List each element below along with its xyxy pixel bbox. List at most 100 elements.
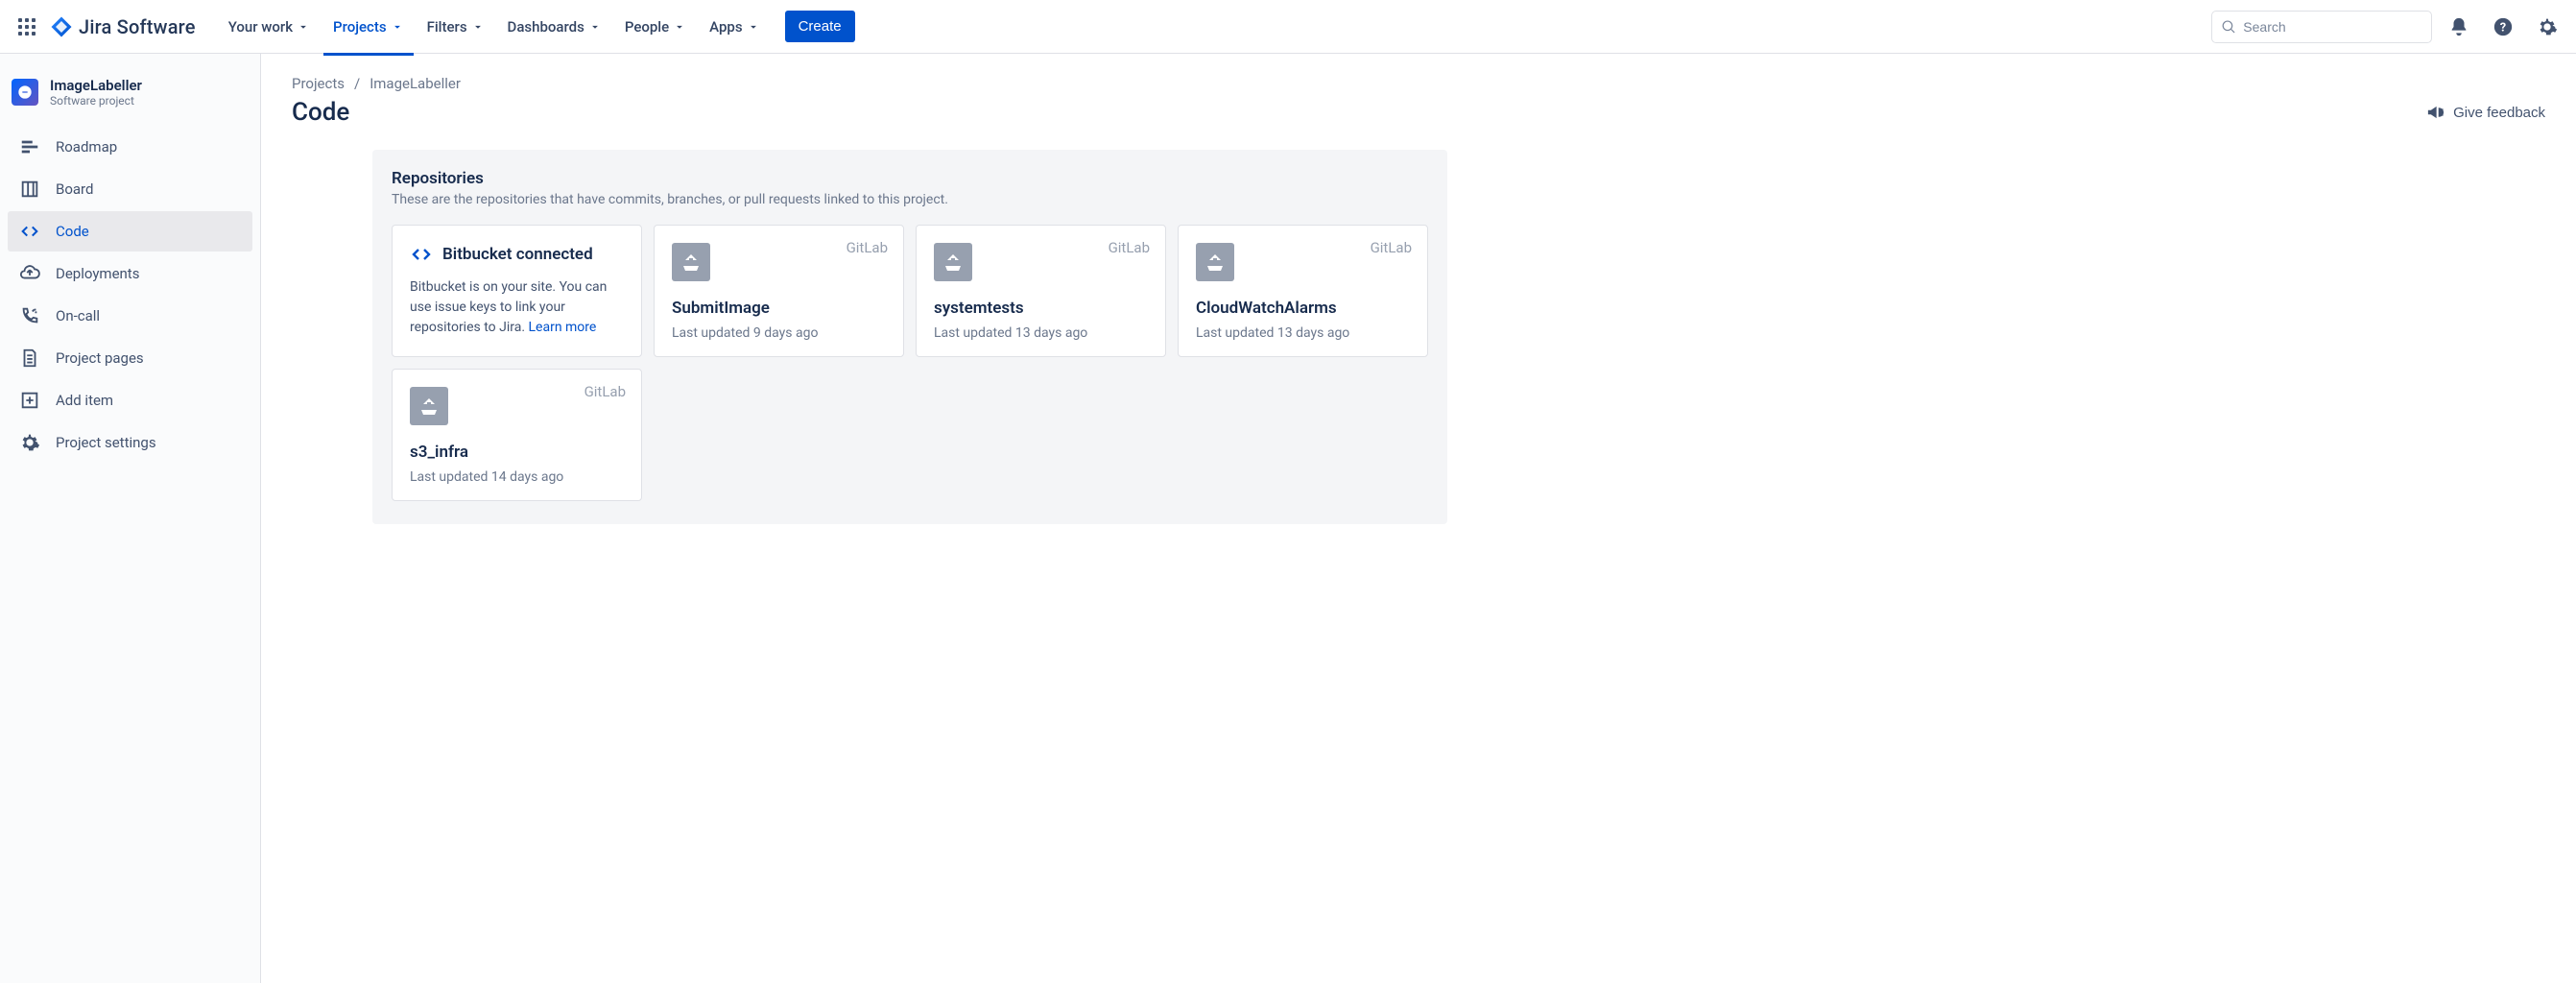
repositories-subtitle: These are the repositories that have com… — [392, 192, 1428, 207]
repo-card[interactable]: GitLab systemtests Last updated 13 days ag… — [916, 225, 1166, 357]
repo-icon — [934, 243, 972, 281]
gear-icon — [2537, 16, 2558, 37]
code-icon — [410, 243, 433, 266]
search-icon — [2222, 19, 2235, 35]
nav-item-your-work[interactable]: Your work — [219, 11, 320, 43]
project-avatar — [12, 79, 38, 106]
breadcrumb: Projects / ImageLabeller — [292, 75, 2545, 92]
repo-icon — [1196, 243, 1234, 281]
board-icon — [19, 179, 40, 200]
sidebar-item-label: Add item — [56, 392, 113, 409]
repo-card[interactable]: GitLab CloudWatchAlarms Last updated 13 da… — [1178, 225, 1428, 357]
help-button[interactable]: ? — [2486, 10, 2520, 44]
repositories-title: Repositories — [392, 169, 1428, 188]
main-content: Projects / ImageLabeller Code Give feedb… — [261, 54, 2576, 983]
product-logo[interactable]: Jira Software — [46, 15, 200, 38]
repo-icon — [672, 243, 710, 281]
nav-item-dashboards[interactable]: Dashboards — [498, 11, 611, 43]
sidebar-item-label: Deployments — [56, 265, 139, 282]
chevron-down-icon — [673, 20, 686, 34]
repo-meta: Last updated 13 days ago — [934, 325, 1148, 341]
primary-nav: Your work Projects Filters Dashboards People… — [219, 11, 770, 43]
sidebar-item-oncall[interactable]: On-call — [8, 296, 252, 336]
deployments-icon — [19, 263, 40, 284]
top-nav: Jira Software Your work Projects Filters Da… — [0, 0, 2576, 54]
add-item-icon — [19, 390, 40, 411]
page-title: Code — [292, 98, 2426, 127]
product-name: Jira Software — [79, 15, 196, 38]
sidebar-item-add-item[interactable]: Add item — [8, 380, 252, 420]
nav-item-projects[interactable]: Projects — [323, 11, 414, 43]
repositories-panel: Repositories These are the repositories … — [372, 150, 1447, 524]
sidebar-item-label: Board — [56, 180, 93, 198]
app-switcher-button[interactable] — [12, 12, 42, 42]
search-box[interactable] — [2211, 11, 2432, 43]
repo-name: s3_infra — [410, 443, 624, 462]
chevron-down-icon — [297, 20, 310, 34]
help-icon: ? — [2493, 16, 2514, 37]
project-sidebar: ImageLabeller Software project Roadmap Bo… — [0, 54, 261, 983]
provider-badge: GitLab — [584, 383, 626, 400]
repo-meta: Last updated 13 days ago — [1196, 325, 1410, 341]
sidebar-item-deployments[interactable]: Deployments — [8, 253, 252, 294]
repo-card[interactable]: GitLabSubmitImageLast updated 9 days ago — [654, 225, 904, 357]
svg-text:?: ? — [2500, 20, 2506, 35]
info-card-title: Bitbucket connected — [442, 245, 593, 264]
nav-item-label: Filters — [427, 18, 467, 36]
project-name: ImageLabeller — [50, 77, 142, 94]
sidebar-item-label: Project settings — [56, 434, 156, 451]
provider-badge: GitLab — [1109, 239, 1150, 256]
chevron-down-icon — [747, 20, 760, 34]
nav-item-label: People — [625, 18, 669, 36]
repo-meta: Last updated 14 days ago — [410, 469, 624, 485]
chevron-down-icon — [471, 20, 485, 34]
bitbucket-info-card: Bitbucket connected Bitbucket is on your … — [392, 225, 642, 357]
project-type: Software project — [50, 94, 142, 108]
nav-item-label: Projects — [333, 18, 387, 36]
roadmap-icon — [19, 136, 40, 157]
create-button[interactable]: Create — [785, 11, 855, 42]
megaphone-icon — [2426, 103, 2445, 122]
provider-badge: GitLab — [1371, 239, 1412, 256]
info-card-body: Bitbucket is on your site. You can use i… — [410, 277, 624, 338]
repo-icon — [410, 387, 448, 425]
breadcrumb-separator: / — [354, 75, 360, 92]
repo-name: SubmitImage — [672, 299, 886, 318]
sidebar-item-label: Roadmap — [56, 138, 117, 156]
sidebar-item-label: On-call — [56, 307, 100, 324]
nav-item-filters[interactable]: Filters — [417, 11, 494, 43]
breadcrumb-project[interactable]: ImageLabeller — [370, 75, 461, 92]
code-icon — [19, 221, 40, 242]
oncall-icon — [19, 305, 40, 326]
nav-item-apps[interactable]: Apps — [700, 11, 769, 43]
nav-item-label: Your work — [228, 18, 293, 36]
sidebar-item-settings[interactable]: Project settings — [8, 422, 252, 463]
sidebar-item-roadmap[interactable]: Roadmap — [8, 127, 252, 167]
breadcrumb-root[interactable]: Projects — [292, 75, 345, 92]
nav-item-label: Apps — [709, 18, 742, 36]
repo-name: CloudWatchAlarms — [1196, 299, 1410, 318]
project-avatar-icon — [17, 84, 33, 100]
sidebar-item-code[interactable]: Code — [8, 211, 252, 252]
ship-icon — [417, 395, 441, 418]
learn-more-link[interactable]: Learn more — [529, 320, 597, 335]
settings-icon — [19, 432, 40, 453]
notifications-button[interactable] — [2442, 10, 2476, 44]
ship-icon — [942, 251, 965, 274]
project-header[interactable]: ImageLabeller Software project — [8, 77, 252, 127]
settings-button[interactable] — [2530, 10, 2564, 44]
sidebar-item-project-pages[interactable]: Project pages — [8, 338, 252, 378]
give-feedback-label: Give feedback — [2453, 105, 2545, 121]
bell-icon — [2448, 16, 2469, 37]
nav-item-people[interactable]: People — [615, 11, 696, 43]
chevron-down-icon — [391, 20, 404, 34]
sidebar-item-board[interactable]: Board — [8, 169, 252, 209]
nav-item-label: Dashboards — [508, 18, 584, 36]
repo-name: systemtests — [934, 299, 1148, 318]
search-input[interactable] — [2243, 19, 2421, 35]
jira-logo-icon — [50, 15, 73, 38]
give-feedback-button[interactable]: Give feedback — [2426, 103, 2545, 122]
repo-card[interactable]: GitLab s3_infra Last updated 14 days ago — [392, 369, 642, 501]
project-pages-icon — [19, 348, 40, 369]
ship-icon — [680, 251, 703, 274]
